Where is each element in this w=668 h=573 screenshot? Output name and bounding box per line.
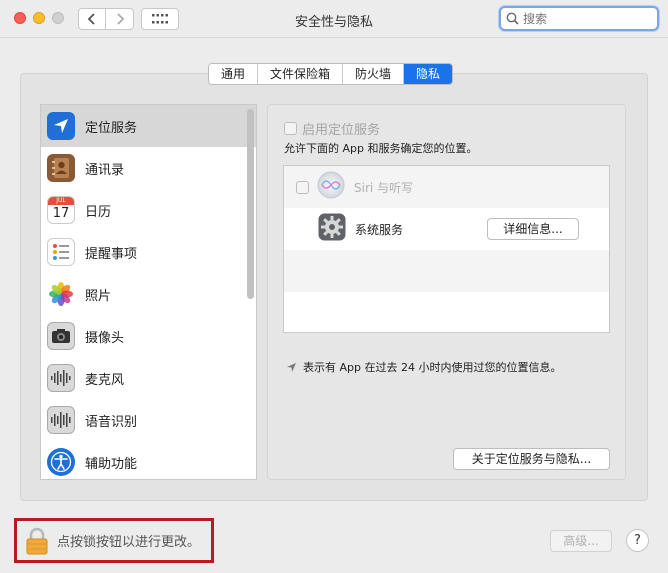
sidebar-item-label: 辅助功能 (85, 456, 138, 472)
sidebar-item-location-services[interactable]: 定位服务 (41, 105, 256, 147)
tab-bar: 通用 文件保险箱 防火墙 隐私 (208, 63, 454, 85)
sidebar-item-photos[interactable]: 照片 (41, 273, 256, 315)
search-field[interactable] (499, 6, 659, 31)
sidebar-item-label: 定位服务 (85, 120, 138, 136)
sidebar-item-reminders[interactable]: 提醒事项 (41, 231, 256, 273)
back-button[interactable] (78, 8, 106, 30)
microphone-icon (47, 364, 75, 392)
legend-text: 表示有 App 在过去 24 小时内使用过您的位置信息。 (303, 361, 562, 374)
about-location-privacy-button[interactable]: 关于定位服务与隐私... (453, 448, 610, 470)
siri-icon (317, 171, 345, 203)
reminders-icon (47, 238, 75, 266)
location-app-list: Siri 与听写 系统服务 详细信息... (283, 165, 610, 333)
location-legend: 表示有 App 在过去 24 小时内使用过您的位置信息。 (286, 359, 561, 375)
sidebar-scrollbar[interactable] (247, 109, 254, 299)
tab-general[interactable]: 通用 (209, 64, 259, 84)
allow-description: 允许下面的 App 和服务确定您的位置。 (284, 142, 478, 155)
help-button[interactable]: ? (626, 529, 649, 552)
search-icon (506, 12, 519, 25)
advanced-button[interactable]: 高级... (550, 530, 612, 552)
contacts-book-icon (47, 154, 75, 182)
speech-recognition-icon (47, 406, 75, 434)
photos-icon (47, 280, 75, 308)
lock-hint-text: 点按锁按钮以进行更改。 (57, 535, 201, 550)
title-bar: 安全性与隐私 (0, 0, 668, 38)
chevron-left-icon (87, 13, 95, 25)
calendar-month: JUL (48, 197, 74, 205)
tab-filevault[interactable]: 文件保险箱 (258, 64, 344, 84)
show-all-button[interactable] (141, 8, 179, 30)
list-item: 系统服务 详细信息... (284, 208, 609, 250)
sidebar-item-label: 麦克风 (85, 372, 125, 388)
sidebar-item-label: 通讯录 (85, 162, 125, 178)
list-item (284, 292, 609, 334)
tab-firewall[interactable]: 防火墙 (343, 64, 405, 84)
sidebar-item-microphone[interactable]: 麦克风 (41, 357, 256, 399)
tab-privacy[interactable]: 隐私 (404, 64, 453, 84)
location-arrow-icon (47, 112, 75, 140)
sidebar-item-label: 照片 (85, 288, 112, 304)
accessibility-icon (47, 448, 75, 476)
chevron-right-icon (116, 13, 124, 25)
enable-location-services-row[interactable]: 启用定位服务 (284, 119, 380, 138)
sidebar-item-camera[interactable]: 摄像头 (41, 315, 256, 357)
location-services-pane: 启用定位服务 允许下面的 App 和服务确定您的位置。 Siri 与听写 系统服… (267, 104, 626, 480)
details-button[interactable]: 详细信息... (487, 218, 579, 240)
camera-icon (47, 322, 75, 350)
close-window-button[interactable] (14, 12, 26, 24)
forward-button[interactable] (106, 8, 134, 30)
enable-location-services-checkbox[interactable] (284, 122, 297, 135)
list-item (284, 250, 609, 292)
sidebar-item-label: 语音识别 (85, 414, 138, 430)
app-name: 系统服务 (355, 222, 404, 237)
calendar-day: 17 (52, 206, 70, 221)
sidebar-item-contacts[interactable]: 通讯录 (41, 147, 256, 189)
grid-icon (152, 14, 168, 24)
search-input[interactable] (523, 11, 653, 26)
lock-area[interactable]: 点按锁按钮以进行更改。 (14, 518, 214, 563)
minimize-window-button[interactable] (33, 12, 45, 24)
sidebar-item-accessibility[interactable]: 辅助功能 (41, 441, 256, 479)
location-arrow-icon (287, 362, 296, 372)
sidebar-item-label: 提醒事项 (85, 246, 138, 262)
list-item: Siri 与听写 (284, 166, 609, 208)
sidebar-item-calendar[interactable]: JUL 17 日历 (41, 189, 256, 231)
sidebar-item-speech-recognition[interactable]: 语音识别 (41, 399, 256, 441)
system-gear-icon (318, 213, 346, 245)
app-name: Siri 与听写 (354, 180, 414, 195)
padlock-icon[interactable] (25, 527, 49, 555)
enable-location-services-label: 启用定位服务 (302, 123, 381, 138)
sidebar-item-label: 日历 (85, 204, 112, 220)
sidebar-item-label: 摄像头 (85, 330, 125, 346)
zoom-window-button[interactable] (52, 12, 64, 24)
calendar-icon: JUL 17 (47, 196, 75, 224)
privacy-category-list: 定位服务 通讯录 JUL 17 日历 提醒事项 照片 摄像头 麦克风 语音识别 … (40, 104, 257, 480)
siri-location-checkbox[interactable] (296, 180, 309, 194)
